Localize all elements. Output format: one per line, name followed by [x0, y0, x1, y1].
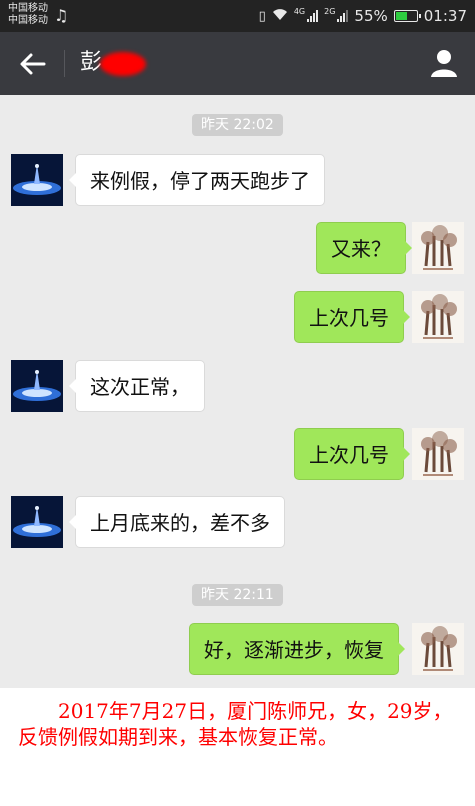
timestamp-2: 昨天 22:11	[192, 584, 283, 606]
contact-avatar[interactable]	[11, 154, 63, 206]
message-outgoing: 上次几号	[294, 291, 410, 343]
signal-1-icon	[307, 10, 319, 22]
signal-2-icon	[337, 10, 349, 22]
network-type-1: 4G	[293, 6, 306, 16]
message-incoming: 上月底来的，差不多	[69, 496, 285, 548]
vibrate-icon: ▯	[258, 8, 266, 24]
carrier-2: 中国移动	[8, 15, 48, 26]
carrier-labels: 中国移动 中国移动	[8, 3, 48, 27]
clock: 01:37	[423, 7, 467, 25]
music-note-icon: ♫	[54, 6, 69, 25]
battery-icon	[393, 10, 421, 22]
my-avatar[interactable]	[412, 291, 464, 343]
network-type-2: 2G	[324, 6, 336, 16]
contact-avatar[interactable]	[11, 496, 63, 548]
chat-header: 彭	[0, 32, 475, 95]
my-avatar[interactable]	[412, 623, 464, 675]
contact-name: 彭	[80, 50, 103, 75]
name-redaction-mark	[100, 52, 146, 76]
wifi-icon	[272, 8, 288, 25]
message-outgoing: 又来？	[316, 222, 412, 274]
back-arrow-icon[interactable]	[18, 49, 48, 79]
testimonial-caption: 2017年7月27日，厦门陈师兄，女，29岁，反馈例假如期到来，基本恢复正常。	[0, 688, 475, 806]
profile-icon[interactable]	[429, 48, 459, 78]
my-avatar[interactable]	[412, 428, 464, 480]
header-divider	[64, 50, 65, 77]
timestamp-1: 昨天 22:02	[192, 114, 283, 136]
message-outgoing: 上次几号	[294, 428, 410, 480]
my-avatar[interactable]	[412, 222, 464, 274]
battery-percent: 55%	[354, 7, 388, 25]
message-incoming: 这次正常，	[69, 360, 205, 412]
message-outgoing: 好，逐渐进步，恢复	[189, 623, 405, 675]
carrier-1: 中国移动	[8, 3, 48, 14]
status-bar: 中国移动 中国移动 ♫ ▯ 4G 2G 55% 01:37	[0, 0, 475, 32]
message-incoming: 来例假，停了两天跑步了	[69, 154, 325, 206]
status-icons: ▯ 4G 2G 55% 01:37	[259, 6, 467, 26]
contact-avatar[interactable]	[11, 360, 63, 412]
